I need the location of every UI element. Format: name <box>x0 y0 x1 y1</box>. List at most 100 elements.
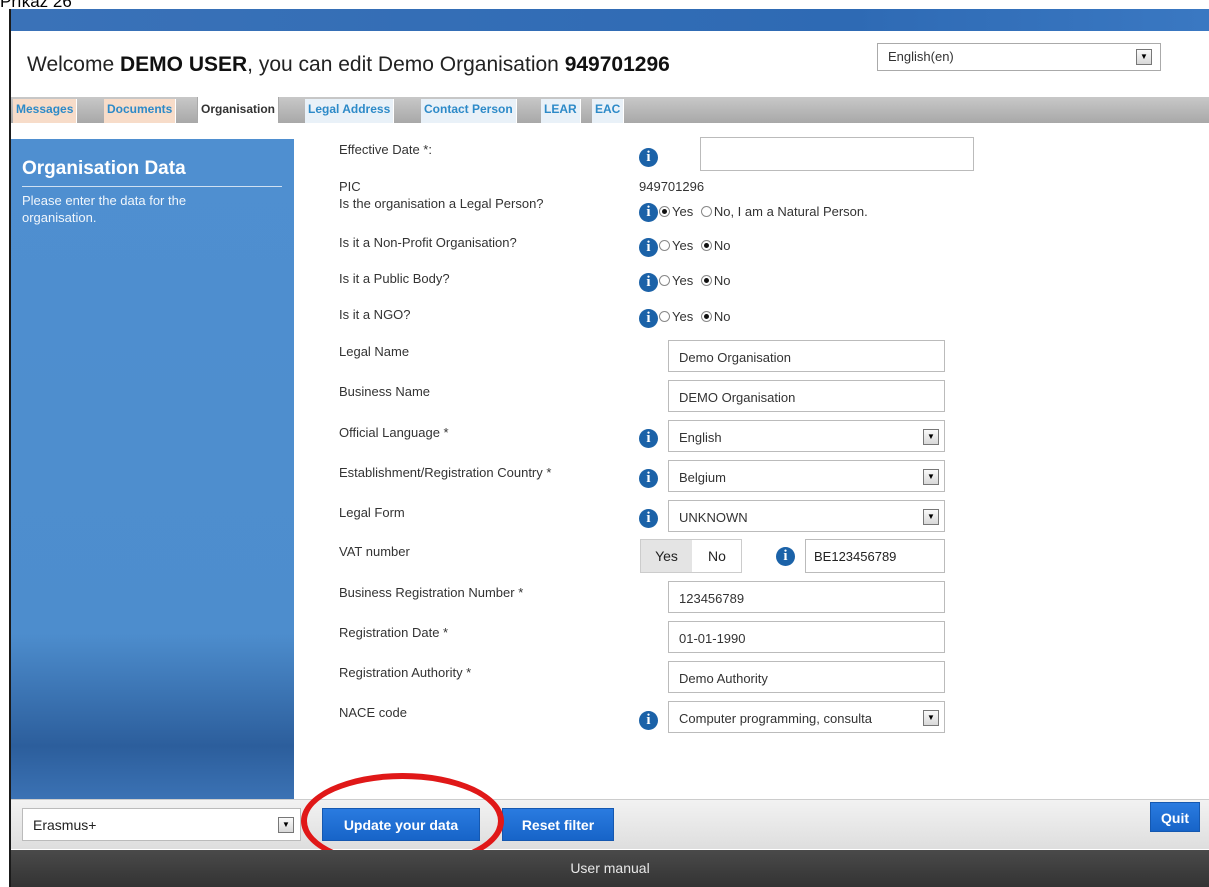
business-reg-number-label: Business Registration Number * <box>339 585 524 600</box>
registration-authority-value: Demo Authority <box>679 671 768 686</box>
pic-value: 949701296 <box>639 179 705 194</box>
effective-date-label: Effective Date *: <box>339 142 432 157</box>
business-name-value: DEMO Organisation <box>679 390 796 405</box>
legal-person-label: Is the organisation a Legal Person? <box>339 196 544 211</box>
tab-bar: Messages Documents Organisation Legal Ad… <box>11 97 1209 123</box>
legal-person-no-label: No, I am a Natural Person. <box>713 204 868 219</box>
info-icon[interactable]: i <box>639 273 658 292</box>
tab-messages[interactable]: Messages <box>13 99 78 123</box>
chevron-down-icon[interactable]: ▼ <box>923 710 939 726</box>
country-label: Establishment/Registration Country * <box>339 465 552 480</box>
legal-person-no-radio[interactable] <box>700 206 712 217</box>
country-value: Belgium <box>679 470 726 485</box>
user-manual-link[interactable]: User manual <box>11 850 1209 887</box>
sidebar-description: Please enter the data for the organisati… <box>22 193 187 225</box>
app-window: Welcome DEMO USER, you can edit Demo Org… <box>9 9 1209 887</box>
effective-date-input[interactable] <box>700 137 974 171</box>
legal-name-label: Legal Name <box>339 344 410 359</box>
registration-authority-input[interactable]: Demo Authority <box>668 661 945 693</box>
info-icon[interactable]: i <box>639 429 658 448</box>
vat-value: BE123456789 <box>814 549 897 564</box>
info-icon[interactable]: i <box>639 203 658 222</box>
ngo-yes-label: Yes <box>672 309 694 324</box>
quit-button[interactable]: Quit <box>1150 802 1200 832</box>
org-id: 949701296 <box>564 53 670 76</box>
public-body-no-radio[interactable] <box>700 275 712 286</box>
info-icon[interactable]: i <box>776 547 795 566</box>
info-icon[interactable]: i <box>639 309 658 328</box>
business-name-label: Business Name <box>339 384 431 399</box>
reset-filter-button[interactable]: Reset filter <box>502 808 614 841</box>
legal-person-options: Yes No, I am a Natural Person. <box>659 204 868 219</box>
public-body-options: Yes No <box>659 273 730 288</box>
nace-value: Computer programming, consulta <box>679 711 872 726</box>
tab-lear[interactable]: LEAR <box>541 99 581 123</box>
sidebar: Organisation Data Please enter the data … <box>11 139 294 799</box>
info-icon[interactable]: i <box>639 509 658 528</box>
bottom-toolbar: Erasmus+ ▼ Update your data Reset filter … <box>11 799 1209 849</box>
official-language-value: English <box>679 430 722 445</box>
business-name-input[interactable]: DEMO Organisation <box>668 380 945 412</box>
country-select[interactable]: Belgium ▼ <box>668 460 945 492</box>
nace-select[interactable]: Computer programming, consulta ▼ <box>668 701 945 733</box>
public-body-yes-radio[interactable] <box>659 275 670 286</box>
non-profit-no-radio[interactable] <box>700 240 712 251</box>
vat-no-button[interactable]: No <box>692 540 742 572</box>
legal-person-yes-radio[interactable] <box>659 206 670 217</box>
tab-documents[interactable]: Documents <box>104 99 177 123</box>
official-language-label: Official Language * <box>339 425 449 440</box>
legal-name-input[interactable]: Demo Organisation <box>668 340 945 372</box>
ngo-options: Yes No <box>659 309 730 324</box>
info-icon[interactable]: i <box>639 238 658 257</box>
legal-form-value: UNKNOWN <box>679 510 748 525</box>
ngo-no-radio[interactable] <box>700 311 712 322</box>
non-profit-options: Yes No <box>659 238 730 253</box>
registration-authority-label: Registration Authority * <box>339 665 472 680</box>
legal-name-value: Demo Organisation <box>679 350 791 365</box>
top-banner <box>11 9 1209 31</box>
business-reg-number-value: 123456789 <box>679 591 745 606</box>
pic-label: PIC <box>339 179 361 194</box>
ngo-no-label: No <box>713 309 731 324</box>
chevron-down-icon[interactable]: ▼ <box>1136 49 1152 65</box>
business-reg-number-input[interactable]: 123456789 <box>668 581 945 613</box>
tab-eac[interactable]: EAC <box>592 99 625 123</box>
legal-person-yes-label: Yes <box>672 204 694 219</box>
nace-label: NACE code <box>339 705 407 720</box>
welcome-prefix: Welcome <box>27 53 120 76</box>
info-icon[interactable]: i <box>639 469 658 488</box>
vat-toggle: Yes No <box>640 539 742 573</box>
chevron-down-icon[interactable]: ▼ <box>923 429 939 445</box>
legal-form-label: Legal Form <box>339 505 405 520</box>
language-value: English(en) <box>888 49 954 64</box>
sidebar-title: Organisation Data <box>22 158 186 179</box>
non-profit-yes-label: Yes <box>672 238 694 253</box>
chevron-down-icon[interactable]: ▼ <box>923 469 939 485</box>
public-body-yes-label: Yes <box>672 273 694 288</box>
info-icon[interactable]: i <box>639 711 658 730</box>
ngo-yes-radio[interactable] <box>659 311 670 322</box>
sidebar-divider <box>22 186 282 187</box>
public-body-no-label: No <box>713 273 731 288</box>
vat-input[interactable]: BE123456789 <box>805 539 945 573</box>
registration-date-label: Registration Date * <box>339 625 449 640</box>
registration-date-input[interactable]: 01-01-1990 <box>668 621 945 653</box>
non-profit-yes-radio[interactable] <box>659 240 670 251</box>
legal-form-select[interactable]: UNKNOWN ▼ <box>668 500 945 532</box>
programme-value: Erasmus+ <box>33 817 97 833</box>
chevron-down-icon[interactable]: ▼ <box>278 817 294 833</box>
tab-contact-person[interactable]: Contact Person <box>421 99 517 123</box>
vat-yes-button[interactable]: Yes <box>641 540 692 572</box>
language-select[interactable]: English(en) ▼ <box>877 43 1161 71</box>
registration-date-value: 01-01-1990 <box>679 631 746 646</box>
chevron-down-icon[interactable]: ▼ <box>923 509 939 525</box>
vat-label: VAT number <box>339 544 410 559</box>
non-profit-no-label: No <box>713 238 731 253</box>
welcome-mid: , you can edit Demo Organisation <box>247 53 565 76</box>
tab-legal-address[interactable]: Legal Address <box>305 99 395 123</box>
programme-select[interactable]: Erasmus+ ▼ <box>22 808 301 841</box>
info-icon[interactable]: i <box>639 148 658 167</box>
ngo-label: Is it a NGO? <box>339 307 411 322</box>
tab-organisation[interactable]: Organisation <box>197 97 280 123</box>
official-language-select[interactable]: English ▼ <box>668 420 945 452</box>
